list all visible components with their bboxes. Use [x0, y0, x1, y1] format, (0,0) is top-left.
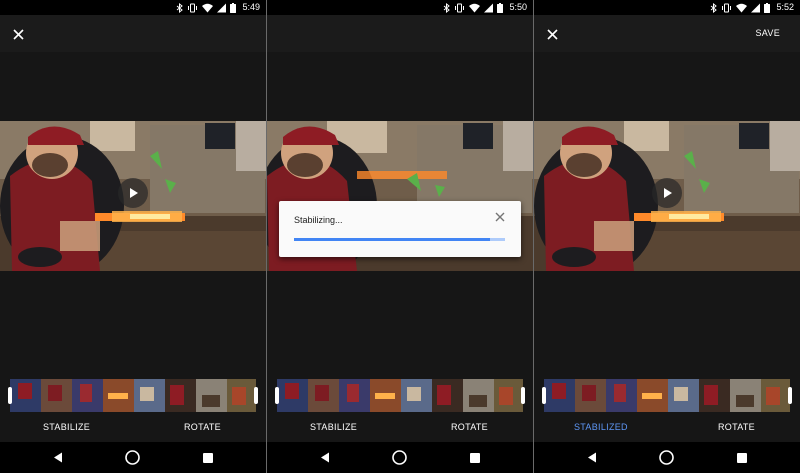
recent-apps-square-icon[interactable]: [737, 453, 747, 463]
status-bar: 5:49: [0, 0, 266, 15]
close-icon: [546, 28, 558, 40]
progress-bar: [294, 238, 505, 241]
back-triangle-icon[interactable]: [320, 452, 330, 463]
bluetooth-icon: [177, 2, 184, 13]
status-bar: 5:52: [534, 0, 800, 15]
trim-handle-start[interactable]: [8, 387, 12, 404]
editor-panel-3: 5:52 SAVE STABILIZED ROTATE: [534, 0, 800, 473]
close-button[interactable]: [9, 25, 27, 43]
cell-signal-icon: [751, 3, 761, 12]
home-circle-icon[interactable]: [392, 450, 407, 465]
navigation-bar: [0, 442, 266, 473]
filmstrip-thumbnails: [277, 379, 523, 412]
wifi-icon: [469, 3, 481, 12]
trim-handle-end[interactable]: [788, 387, 792, 404]
app-bar: [267, 15, 533, 52]
vibrate-icon: [722, 3, 732, 12]
cell-signal-icon: [484, 3, 494, 12]
battery-icon: [230, 2, 237, 13]
video-preview[interactable]: [0, 121, 266, 271]
wifi-icon: [202, 3, 214, 12]
play-button[interactable]: [118, 178, 148, 208]
app-bar: SAVE: [534, 15, 800, 52]
bluetooth-icon: [444, 2, 451, 13]
status-bar: 5:50: [267, 0, 533, 15]
dialog-title: Stabilizing...: [294, 215, 343, 225]
save-button[interactable]: SAVE: [755, 28, 780, 38]
play-button[interactable]: [652, 178, 682, 208]
trim-handle-end[interactable]: [521, 387, 525, 404]
home-circle-icon[interactable]: [125, 450, 140, 465]
navigation-bar: [534, 442, 800, 473]
vibrate-icon: [188, 3, 198, 12]
status-time: 5:50: [509, 2, 527, 12]
battery-icon: [497, 2, 504, 13]
filmstrip[interactable]: [277, 379, 523, 412]
stabilized-button[interactable]: STABILIZED: [574, 422, 628, 432]
bluetooth-icon: [711, 2, 718, 13]
rotate-button[interactable]: ROTATE: [184, 422, 221, 432]
stabilize-button[interactable]: STABILIZE: [43, 422, 90, 432]
video-preview[interactable]: [534, 121, 800, 271]
stabilize-button[interactable]: STABILIZE: [310, 422, 357, 432]
vibrate-icon: [455, 3, 465, 12]
navigation-bar: [267, 442, 533, 473]
play-icon: [130, 188, 138, 198]
filmstrip[interactable]: [544, 379, 790, 412]
filmstrip-thumbnails: [544, 379, 790, 412]
recent-apps-square-icon[interactable]: [470, 453, 480, 463]
close-icon[interactable]: [495, 212, 505, 222]
editor-panel-1: 5:49 STABILIZE ROTATE: [0, 0, 266, 473]
stabilizing-dialog: Stabilizing...: [279, 201, 521, 257]
home-circle-icon[interactable]: [659, 450, 674, 465]
back-triangle-icon[interactable]: [587, 452, 597, 463]
status-time: 5:52: [776, 2, 794, 12]
progress-fill: [294, 238, 491, 241]
wifi-icon: [736, 3, 748, 12]
cell-signal-icon: [217, 3, 227, 12]
trim-handle-start[interactable]: [275, 387, 279, 404]
filmstrip[interactable]: [10, 379, 256, 412]
trim-handle-end[interactable]: [254, 387, 258, 404]
filmstrip-thumbnails: [10, 379, 256, 412]
close-button[interactable]: [543, 25, 561, 43]
back-triangle-icon[interactable]: [53, 452, 63, 463]
status-time: 5:49: [242, 2, 260, 12]
recent-apps-square-icon[interactable]: [203, 453, 213, 463]
battery-icon: [764, 2, 771, 13]
play-icon: [664, 188, 672, 198]
rotate-button[interactable]: ROTATE: [451, 422, 488, 432]
close-icon: [12, 28, 24, 40]
rotate-button[interactable]: ROTATE: [718, 422, 755, 432]
app-bar: [0, 15, 266, 52]
trim-handle-start[interactable]: [542, 387, 546, 404]
